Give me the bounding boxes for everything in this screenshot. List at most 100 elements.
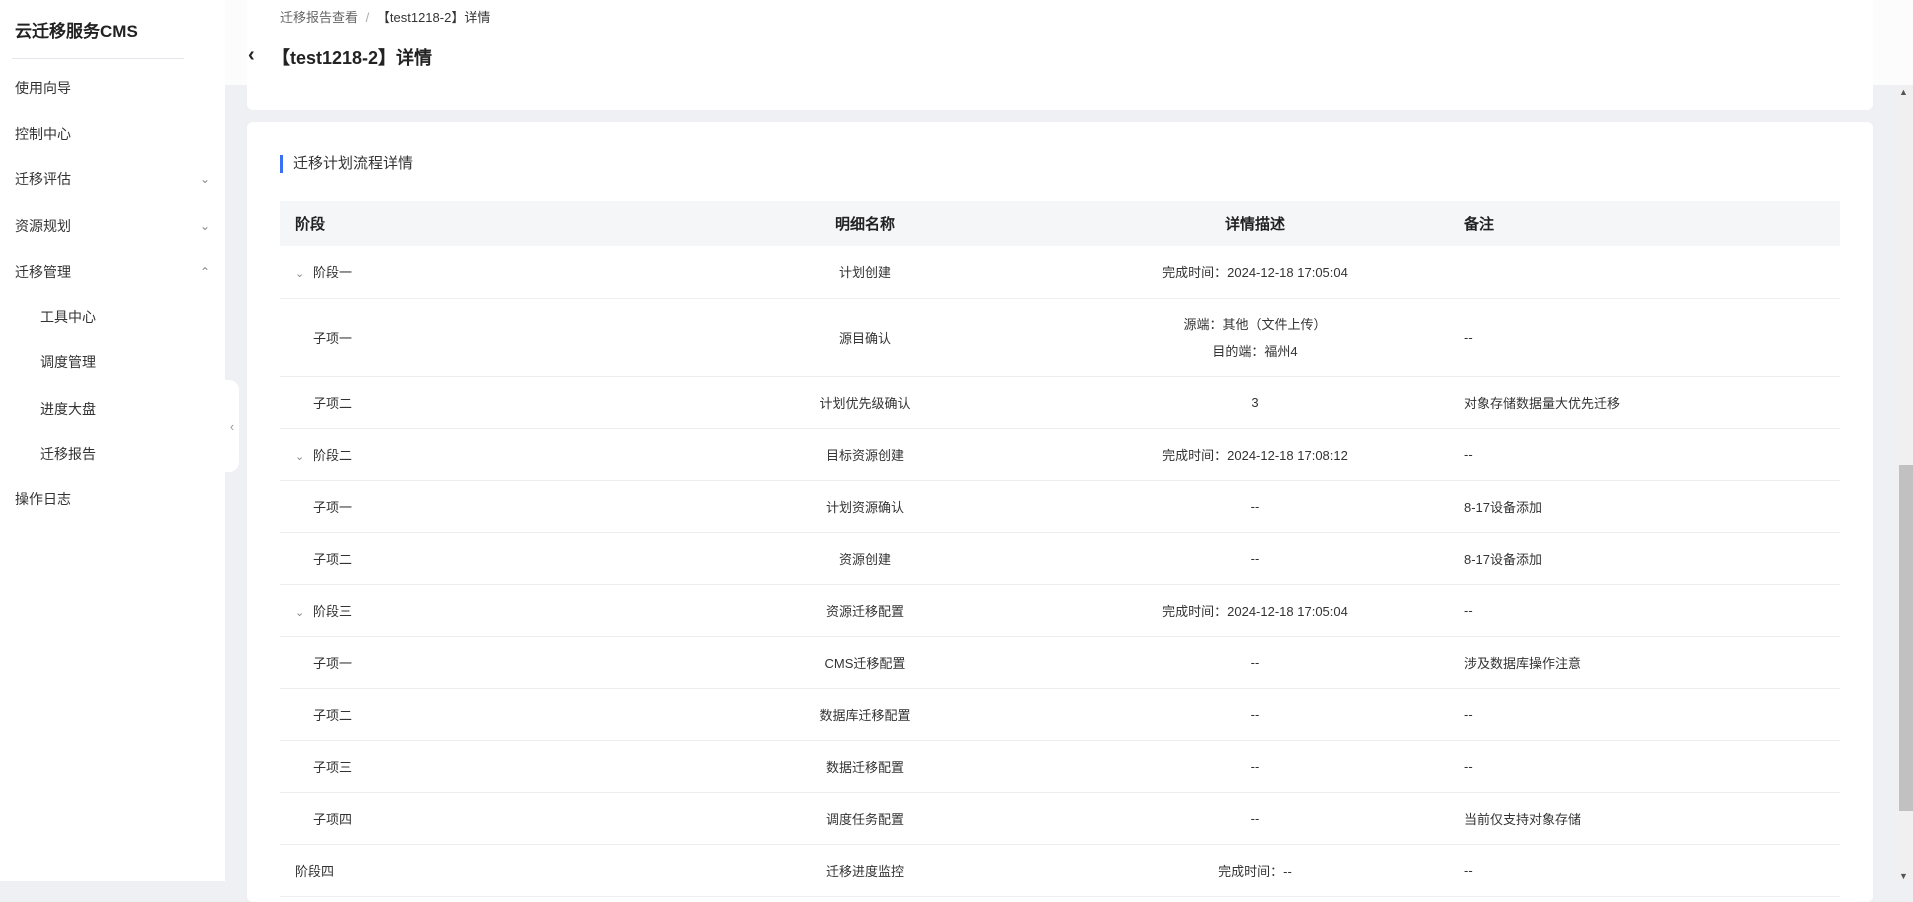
- stage-label: 子项二: [313, 707, 353, 723]
- table-row: 子项一 计划资源确认 -- 8-17设备添加: [280, 480, 1840, 533]
- cell-note: 对象存储数据量大优先迁移: [1450, 376, 1840, 429]
- cell-stage: 子项二: [280, 532, 670, 585]
- divider: [12, 58, 184, 59]
- nav-label: 操作日志: [15, 491, 71, 507]
- nav-guide[interactable]: 使用向导: [15, 76, 210, 100]
- nav-progress-dashboard[interactable]: 进度大盘: [40, 397, 235, 421]
- cell-stage: ⌄ 阶段一: [280, 246, 670, 299]
- cell-note: --: [1450, 584, 1840, 637]
- expand-chevron-icon[interactable]: ⌄: [295, 450, 313, 463]
- table-header: 阶段 明细名称 详情描述 备注: [280, 201, 1840, 246]
- nav-scheduling[interactable]: 调度管理: [40, 350, 235, 374]
- stage-label: 阶段三: [313, 603, 353, 619]
- chevron-left-icon: ‹: [229, 418, 235, 434]
- cell-stage: 子项一: [280, 480, 670, 533]
- cell-stage: 阶段四: [280, 844, 670, 897]
- desc-text: --: [1250, 706, 1260, 722]
- table-row: 子项一 源目确认 源端：其他（文件上传） 目的端：福州4 --: [280, 298, 1840, 377]
- breadcrumb-link[interactable]: 迁移报告查看: [280, 10, 358, 25]
- nav-resource-planning[interactable]: 资源规划 ⌄: [15, 214, 210, 238]
- cell-desc: 完成时间：--: [1060, 844, 1450, 897]
- cell-name: 源目确认: [670, 298, 1060, 377]
- stage-label: 子项二: [313, 395, 353, 411]
- scroll-up-icon[interactable]: ▲: [1899, 87, 1908, 97]
- desc-text: --: [1250, 654, 1260, 670]
- scrollbar-thumb[interactable]: [1899, 465, 1913, 811]
- nav-control-center[interactable]: 控制中心: [15, 122, 210, 146]
- nav-operation-log[interactable]: 操作日志: [15, 487, 210, 511]
- cell-note: --: [1450, 688, 1840, 741]
- cell-name: 计划资源确认: [670, 480, 1060, 533]
- scroll-down-icon[interactable]: ▼: [1899, 871, 1908, 881]
- chevron-down-icon: ⌄: [199, 172, 210, 186]
- desc-text: --: [1250, 810, 1260, 826]
- cell-desc: 完成时间：2024-12-18 17:05:04: [1060, 246, 1450, 299]
- cell-stage: ⌄ 阶段三: [280, 584, 670, 637]
- desc-text-2: 目的端：福州4: [1212, 344, 1298, 359]
- chevron-up-icon: ⌃: [199, 265, 210, 279]
- cell-desc: --: [1060, 636, 1450, 689]
- nav-label: 进度大盘: [40, 401, 96, 417]
- stage-label: 子项二: [313, 551, 353, 567]
- table-row: 子项二 计划优先级确认 3 对象存储数据量大优先迁移: [280, 376, 1840, 429]
- cell-note: [1450, 246, 1840, 299]
- nav-label: 控制中心: [15, 126, 71, 142]
- table-row: 子项四 调度任务配置 -- 当前仅支持对象存储: [280, 792, 1840, 845]
- col-desc: 详情描述: [1060, 201, 1450, 246]
- scrollbar[interactable]: ▲ ▼: [1896, 85, 1913, 881]
- col-stage: 阶段: [280, 201, 670, 246]
- cell-name: 资源创建: [670, 532, 1060, 585]
- cell-desc: --: [1060, 532, 1450, 585]
- expand-chevron-icon[interactable]: ⌄: [295, 606, 313, 619]
- cell-name: 目标资源创建: [670, 428, 1060, 481]
- desc-text: 源端：其他（文件上传）: [1183, 317, 1327, 332]
- nav-migration-assessment[interactable]: 迁移评估 ⌄: [15, 167, 210, 191]
- stage-label: 子项四: [313, 811, 353, 827]
- back-arrow-icon[interactable]: ‹: [248, 44, 255, 67]
- cell-name: 调度任务配置: [670, 792, 1060, 845]
- cell-note: --: [1450, 844, 1840, 897]
- cell-note: 涉及数据库操作注意: [1450, 636, 1840, 689]
- desc-text: 完成时间：2024-12-18 17:05:04: [1162, 265, 1348, 281]
- expand-chevron-icon[interactable]: ⌄: [295, 267, 313, 280]
- cell-note: --: [1450, 428, 1840, 481]
- cell-stage: 子项二: [280, 376, 670, 429]
- cell-desc: 3: [1060, 376, 1450, 429]
- nav-label: 调度管理: [40, 354, 96, 370]
- sidebar-collapse-button[interactable]: ‹: [225, 380, 239, 472]
- breadcrumb-current: 【test1218-2】详情: [376, 10, 491, 25]
- cell-name: CMS迁移配置: [670, 636, 1060, 689]
- cell-name: 计划优先级确认: [670, 376, 1060, 429]
- cell-note: 当前仅支持对象存储: [1450, 792, 1840, 845]
- nav-label: 迁移管理: [15, 264, 71, 280]
- cell-name: 迁移进度监控: [670, 844, 1060, 897]
- table-row: 子项二 数据库迁移配置 -- --: [280, 688, 1840, 741]
- cell-name: 数据库迁移配置: [670, 688, 1060, 741]
- cell-note: --: [1450, 298, 1840, 377]
- nav-label: 迁移评估: [15, 171, 71, 187]
- stage-label: 阶段二: [313, 447, 353, 463]
- cell-note: 8-17设备添加: [1450, 480, 1840, 533]
- table-row: ⌄ 阶段二 目标资源创建 完成时间：2024-12-18 17:08:12 --: [280, 428, 1840, 481]
- stage-label: 子项一: [313, 330, 353, 346]
- desc-text: --: [1250, 758, 1260, 774]
- nav-tool-center[interactable]: 工具中心: [40, 305, 235, 329]
- col-name: 明细名称: [670, 201, 1060, 246]
- cell-stage: 子项一: [280, 298, 670, 377]
- stage-label: 子项一: [313, 499, 353, 515]
- breadcrumb: 迁移报告查看 / 【test1218-2】详情: [280, 7, 490, 26]
- table-row: 阶段四 迁移进度监控 完成时间：-- --: [280, 844, 1840, 897]
- stage-label: 子项三: [313, 759, 353, 775]
- cell-note: --: [1450, 740, 1840, 793]
- nav-migration-report[interactable]: 迁移报告: [40, 442, 235, 466]
- cell-note: 8-17设备添加: [1450, 532, 1840, 585]
- nav-migration-management[interactable]: 迁移管理 ⌃: [15, 260, 210, 284]
- nav-label: 迁移报告: [40, 446, 96, 462]
- page-title: 【test1218-2】详情: [272, 48, 433, 68]
- table-row: ⌄ 阶段三 资源迁移配置 完成时间：2024-12-18 17:05:04 --: [280, 584, 1840, 637]
- cell-name: 数据迁移配置: [670, 740, 1060, 793]
- nav-label: 工具中心: [40, 309, 96, 325]
- header-card: [247, 0, 1873, 110]
- table-row: 子项一 CMS迁移配置 -- 涉及数据库操作注意: [280, 636, 1840, 689]
- stage-label: 阶段一: [313, 265, 353, 281]
